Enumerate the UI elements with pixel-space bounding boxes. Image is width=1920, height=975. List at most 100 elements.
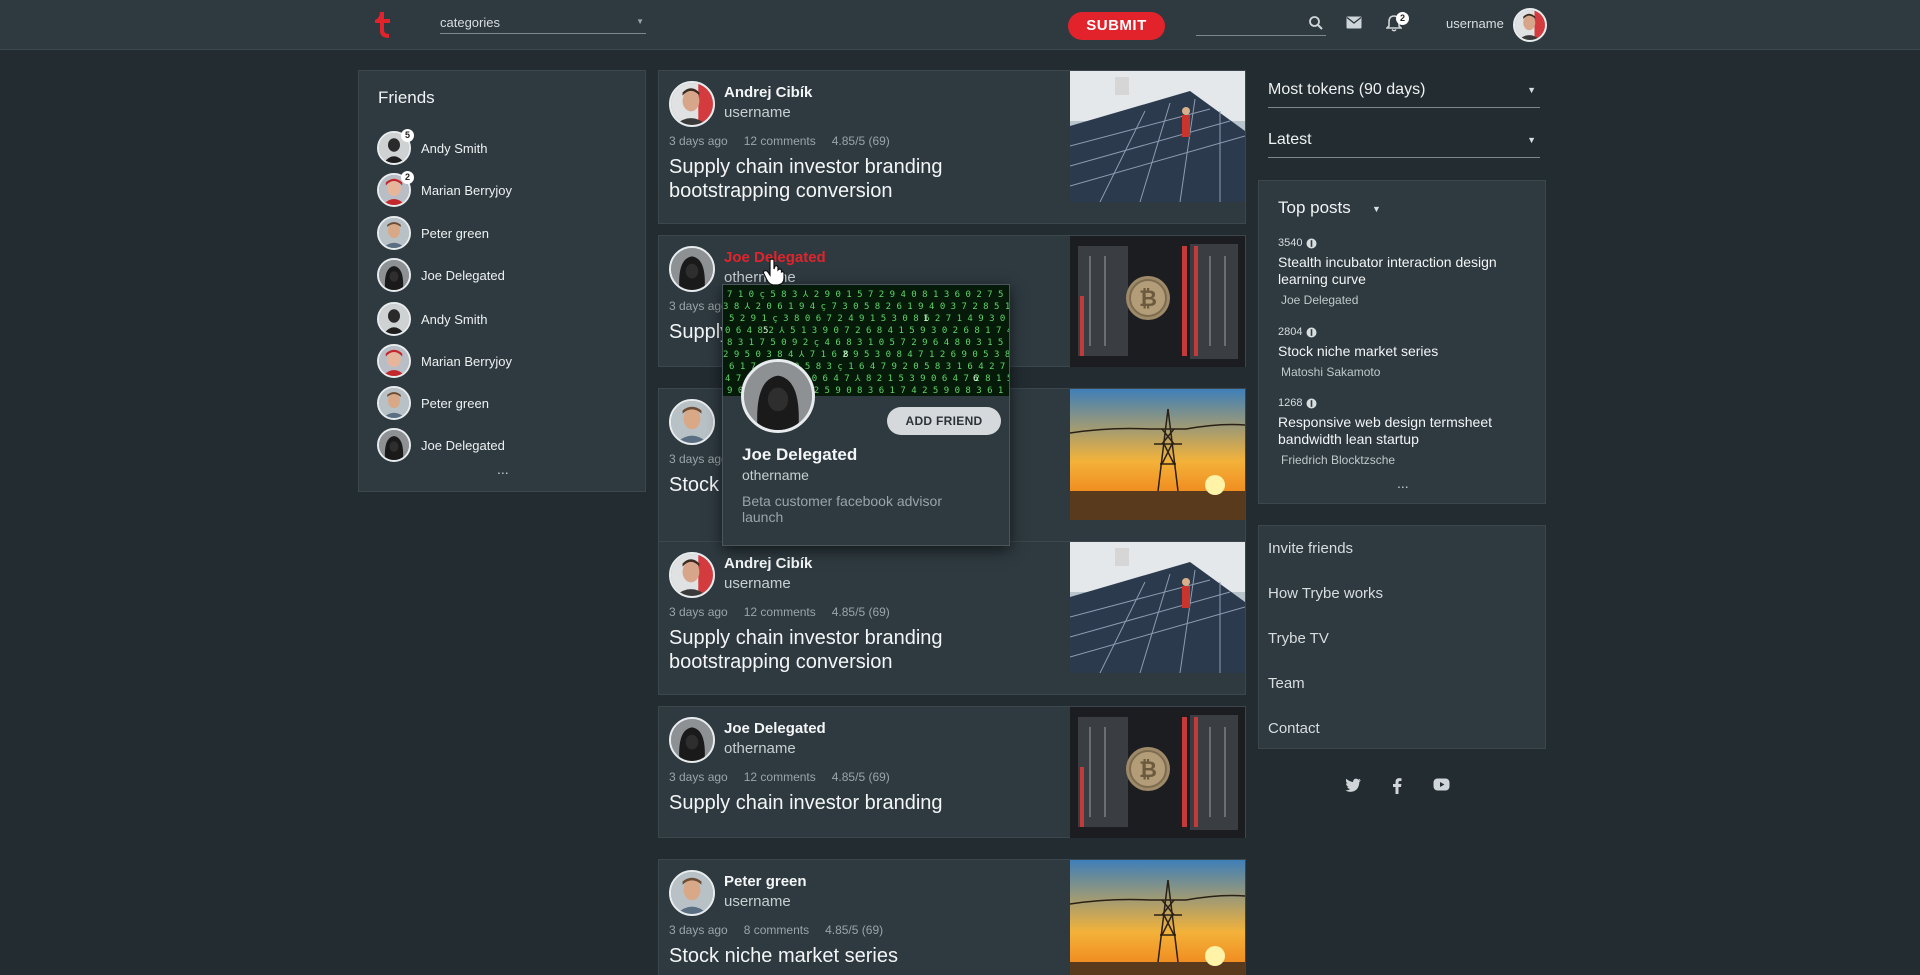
- post-rating: 4.85/5 (69): [831, 770, 890, 784]
- top-post-item[interactable]: 3540 Stealth incubator interaction design…: [1278, 237, 1538, 307]
- post-author-name[interactable]: Andrej Cibík: [724, 84, 812, 101]
- friend-name[interactable]: Andy Smith: [421, 141, 487, 156]
- youtube-icon[interactable]: [1433, 778, 1450, 791]
- search-icon[interactable]: [1308, 15, 1324, 31]
- categories-select[interactable]: categories ▼: [440, 12, 646, 34]
- post-time: 3 days ago: [669, 299, 728, 313]
- search-input[interactable]: [1196, 12, 1326, 36]
- friend-item[interactable]: Joe Delegated: [377, 428, 637, 464]
- post-thumbnail[interactable]: [1070, 860, 1245, 975]
- friend-avatar[interactable]: [377, 428, 411, 462]
- top-post-title[interactable]: Responsive web design termsheet bandwidt…: [1278, 414, 1538, 448]
- post-meta: 3 days ago 12 comments 4.85/5 (69): [669, 134, 906, 148]
- top-post-author[interactable]: Friedrich Blocktzsche: [1278, 453, 1538, 467]
- header-username[interactable]: username: [1446, 16, 1504, 31]
- post-comments-link[interactable]: 12 comments: [744, 134, 816, 148]
- friend-name[interactable]: Marian Berryjoy: [421, 183, 512, 198]
- trybe-logo-icon[interactable]: [372, 10, 392, 40]
- post-author-name[interactable]: Andrej Cibík: [724, 555, 812, 572]
- post-title[interactable]: Supply chain investor branding bootstrap…: [669, 626, 1069, 674]
- post-comments-link[interactable]: 8 comments: [744, 923, 809, 937]
- link-trybe-tv[interactable]: Trybe TV: [1268, 630, 1329, 647]
- post-time: 3 days ago: [669, 605, 728, 619]
- profile-card-name[interactable]: Joe Delegated: [742, 445, 857, 465]
- friend-item[interactable]: Joe Delegated: [377, 258, 637, 294]
- link-how-trybe-works[interactable]: How Trybe works: [1268, 585, 1383, 602]
- feed-post-card[interactable]: Peter green username 3 days ago 8 comments 4…: [658, 859, 1246, 975]
- hand-cursor-icon: [762, 258, 785, 286]
- friend-item[interactable]: 2 Marian Berryjoy: [377, 171, 637, 209]
- top-post-title[interactable]: Stock niche market series: [1278, 343, 1538, 360]
- friend-name[interactable]: Peter green: [421, 226, 489, 241]
- friend-item[interactable]: Peter green: [377, 386, 637, 422]
- post-author-name[interactable]: Joe Delegated: [724, 720, 826, 737]
- friend-name[interactable]: Joe Delegated: [421, 438, 505, 453]
- sort-select-latest[interactable]: Latest ▼: [1268, 124, 1540, 158]
- top-post-item[interactable]: 2804 Stock niche market series Matoshi Sak…: [1278, 326, 1538, 379]
- friends-more[interactable]: ...: [497, 461, 509, 477]
- post-thumbnail[interactable]: [1070, 71, 1245, 202]
- feed-post-card[interactable]: Andrej Cibík username 3 days ago 12 comment…: [658, 541, 1246, 695]
- friend-name[interactable]: Andy Smith: [421, 312, 487, 327]
- top-post-score-value: 3540: [1278, 237, 1303, 249]
- post-thumbnail[interactable]: [1070, 542, 1245, 673]
- chevron-down-icon: ▼: [636, 17, 644, 26]
- friends-panel: Friends 5 Andy Smith 2 Marian Berryjoy Peter…: [358, 70, 646, 492]
- post-comments-link[interactable]: 12 comments: [744, 605, 816, 619]
- add-friend-button[interactable]: ADD FRIEND: [887, 407, 1001, 435]
- link-contact[interactable]: Contact: [1268, 720, 1320, 737]
- friend-avatar[interactable]: [377, 344, 411, 378]
- sort-select-tokens[interactable]: Most tokens (90 days) ▼: [1268, 74, 1540, 108]
- notification-count-badge: 2: [1396, 12, 1409, 25]
- friend-avatar[interactable]: [377, 302, 411, 336]
- post-author-avatar[interactable]: [669, 870, 715, 916]
- user-avatar[interactable]: [1513, 8, 1547, 42]
- feed-post-card[interactable]: Joe Delegated othername 3 days ago 12 comme…: [658, 706, 1246, 838]
- post-title[interactable]: Supply chain investor branding: [669, 791, 1069, 815]
- friend-item[interactable]: Peter green: [377, 216, 637, 252]
- friend-name[interactable]: Marian Berryjoy: [421, 354, 512, 369]
- chevron-down-icon[interactable]: ▼: [1372, 204, 1381, 214]
- post-thumbnail[interactable]: [1070, 389, 1245, 520]
- post-author-avatar[interactable]: [669, 552, 715, 598]
- post-thumbnail[interactable]: [1070, 707, 1245, 838]
- feed-post-card[interactable]: Andrej Cibík username 3 days ago 12 comment…: [658, 70, 1246, 224]
- friend-name[interactable]: Joe Delegated: [421, 268, 505, 283]
- friend-item[interactable]: Marian Berryjoy: [377, 344, 637, 380]
- post-author-avatar[interactable]: [669, 717, 715, 763]
- friend-name[interactable]: Peter green: [421, 396, 489, 411]
- top-post-author[interactable]: Joe Delegated: [1278, 293, 1538, 307]
- sort-select-latest-value: Latest: [1268, 131, 1312, 148]
- post-time: 3 days ago: [669, 770, 728, 784]
- post-time: 3 days ago: [669, 134, 728, 148]
- submit-button[interactable]: SUBMIT: [1068, 12, 1165, 40]
- post-title[interactable]: Stock niche market series: [669, 944, 1069, 968]
- top-post-title[interactable]: Stealth incubator interaction design lea…: [1278, 254, 1538, 288]
- friend-avatar[interactable]: [377, 258, 411, 292]
- post-thumbnail[interactable]: [1070, 236, 1245, 367]
- post-author-name[interactable]: Peter green: [724, 873, 807, 890]
- friend-item[interactable]: Andy Smith: [377, 302, 637, 338]
- post-time: 3 days ago: [669, 923, 728, 937]
- post-rating: 4.85/5 (69): [831, 134, 890, 148]
- post-author-avatar[interactable]: [669, 246, 715, 292]
- top-posts-title[interactable]: Top posts: [1278, 198, 1351, 218]
- facebook-icon[interactable]: [1392, 778, 1402, 794]
- link-team[interactable]: Team: [1268, 675, 1305, 692]
- link-invite-friends[interactable]: Invite friends: [1268, 540, 1353, 557]
- top-posts-more[interactable]: ...: [1397, 475, 1409, 491]
- post-meta: 3 days ago 8 comments 4.85/5 (69): [669, 923, 899, 937]
- friend-avatar[interactable]: [377, 216, 411, 250]
- friend-avatar[interactable]: [377, 386, 411, 420]
- post-author-avatar[interactable]: [669, 81, 715, 127]
- top-post-author[interactable]: Matoshi Sakamoto: [1278, 365, 1538, 379]
- top-post-item[interactable]: 1268 Responsive web design termsheet band…: [1278, 397, 1538, 467]
- profile-card-avatar[interactable]: [741, 359, 815, 433]
- post-comments-link[interactable]: 12 comments: [744, 770, 816, 784]
- post-author-avatar[interactable]: [669, 399, 715, 445]
- friend-item[interactable]: 5 Andy Smith: [377, 129, 637, 167]
- post-title[interactable]: Supply chain investor branding bootstrap…: [669, 155, 1069, 203]
- categories-select-value: categories: [440, 15, 500, 30]
- mail-icon[interactable]: [1346, 16, 1362, 29]
- twitter-icon[interactable]: [1345, 778, 1361, 792]
